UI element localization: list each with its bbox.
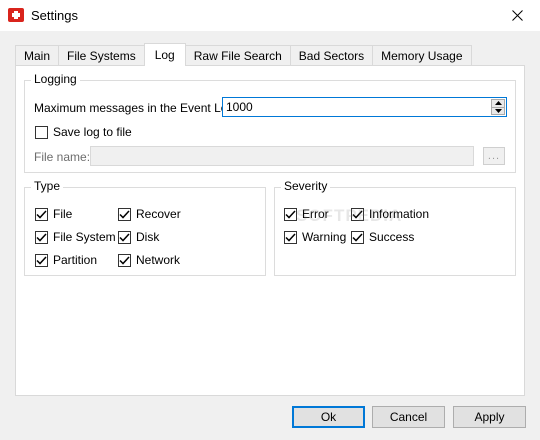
checkmark-icon — [36, 209, 47, 219]
log-tab-panel: Logging Maximum messages in the Event Lo… — [15, 65, 525, 396]
severity-success-checkbox[interactable] — [351, 230, 364, 244]
checkmark-icon — [36, 255, 47, 265]
tab-file-systems[interactable]: File Systems — [58, 45, 145, 65]
severity-information-row[interactable]: Information — [351, 206, 429, 222]
severity-group-label: Severity — [281, 179, 331, 193]
tab-raw-file-search[interactable]: Raw File Search — [184, 45, 291, 65]
severity-warning-checkbox[interactable] — [284, 230, 297, 244]
checkmark-icon — [119, 232, 130, 242]
severity-error-checkbox[interactable] — [284, 207, 297, 221]
save-log-checkbox[interactable] — [35, 125, 48, 139]
cancel-button[interactable]: Cancel — [372, 406, 445, 428]
type-disk-row[interactable]: Disk — [118, 229, 159, 245]
type-recover-row[interactable]: Recover — [118, 206, 181, 222]
max-messages-spinbox[interactable] — [222, 97, 507, 117]
title-bar: Settings — [0, 0, 540, 31]
severity-error-label: Error — [302, 207, 329, 221]
type-file-system-checkbox[interactable] — [35, 230, 48, 244]
save-log-checkbox-row[interactable]: Save log to file — [35, 124, 132, 140]
ok-button[interactable]: Ok — [292, 406, 365, 428]
type-network-row[interactable]: Network — [118, 252, 180, 268]
max-messages-input[interactable] — [224, 99, 486, 115]
type-disk-checkbox[interactable] — [118, 230, 131, 244]
max-messages-label: Maximum messages in the Event Log: — [34, 101, 238, 115]
close-icon — [511, 10, 523, 21]
type-network-checkbox[interactable] — [118, 253, 131, 267]
arrow-down-icon — [494, 108, 502, 113]
tab-strip: Main File Systems Log Raw File Search Ba… — [15, 43, 472, 66]
browse-button[interactable]: ... — [483, 147, 505, 165]
checkmark-icon — [285, 209, 296, 219]
type-file-row[interactable]: File — [35, 206, 72, 222]
logging-group-label: Logging — [31, 72, 80, 86]
severity-success-row[interactable]: Success — [351, 229, 414, 245]
severity-information-checkbox[interactable] — [351, 207, 364, 221]
tab-main[interactable]: Main — [15, 45, 60, 65]
tab-bad-sectors[interactable]: Bad Sectors — [289, 45, 374, 65]
severity-information-label: Information — [369, 207, 430, 221]
checkmark-icon — [119, 209, 130, 219]
spin-down-button[interactable] — [491, 107, 505, 115]
close-button[interactable] — [494, 0, 540, 31]
type-network-label: Network — [136, 253, 181, 267]
type-file-checkbox[interactable] — [35, 207, 48, 221]
type-file-system-row[interactable]: File System — [35, 229, 116, 245]
tab-log[interactable]: Log — [143, 43, 186, 66]
file-name-label: File name: — [34, 150, 91, 164]
window-title: Settings — [31, 8, 78, 23]
checkmark-icon — [352, 232, 363, 242]
checkmark-icon — [285, 232, 296, 242]
type-partition-row[interactable]: Partition — [35, 252, 97, 268]
apply-button[interactable]: Apply — [453, 406, 526, 428]
severity-success-label: Success — [369, 230, 415, 244]
checkmark-icon — [119, 255, 130, 265]
type-file-system-label: File System — [53, 230, 116, 244]
type-partition-label: Partition — [53, 253, 98, 267]
app-icon — [8, 8, 24, 22]
checkmark-icon — [352, 209, 363, 219]
severity-group: Severity Error Information Warning Succe… — [274, 179, 516, 276]
severity-error-row[interactable]: Error — [284, 206, 329, 222]
type-group: Type File Recover File System Disk Parti… — [24, 179, 266, 276]
type-file-label: File — [53, 207, 73, 221]
spin-up-button[interactable] — [491, 99, 505, 108]
type-disk-label: Disk — [136, 230, 160, 244]
arrow-up-icon — [494, 101, 502, 106]
logging-group: Logging Maximum messages in the Event Lo… — [24, 72, 516, 173]
checkmark-icon — [36, 232, 47, 242]
type-partition-checkbox[interactable] — [35, 253, 48, 267]
spin-buttons — [491, 99, 505, 115]
settings-window: Settings Main File Systems Log Raw File … — [0, 0, 540, 440]
type-group-label: Type — [31, 179, 64, 193]
severity-warning-row[interactable]: Warning — [284, 229, 346, 245]
tab-memory-usage[interactable]: Memory Usage — [372, 45, 472, 65]
save-log-label: Save log to file — [53, 125, 132, 139]
type-recover-label: Recover — [136, 207, 181, 221]
severity-warning-label: Warning — [302, 230, 347, 244]
file-name-input[interactable] — [90, 146, 474, 166]
type-recover-checkbox[interactable] — [118, 207, 131, 221]
